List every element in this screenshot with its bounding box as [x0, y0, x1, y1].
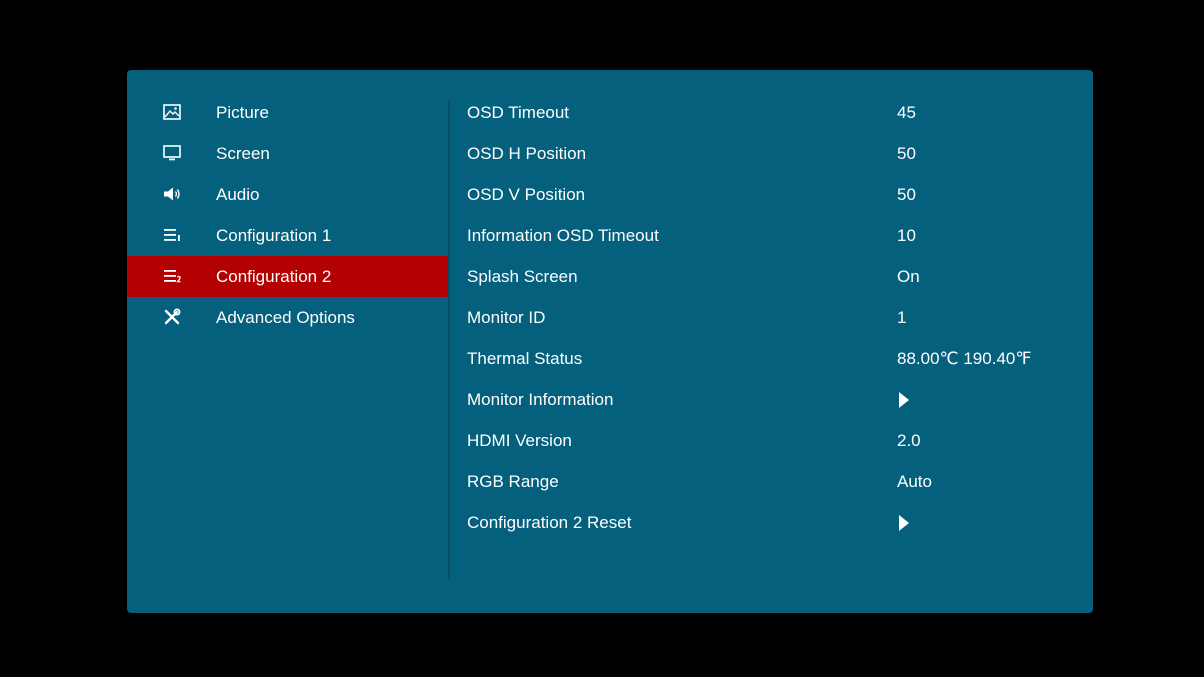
sidebar-item-audio[interactable]: Audio — [127, 174, 448, 215]
setting-value: Auto — [897, 472, 932, 491]
sidebar-item-label: Advanced Options — [216, 308, 355, 327]
submenu-arrow-icon[interactable] — [899, 515, 909, 531]
setting-label: Monitor Information — [467, 390, 614, 409]
sidebar-item-configuration-1[interactable]: Configuration 1 — [127, 215, 448, 256]
config1-icon — [162, 225, 182, 245]
category-sidebar: Picture Screen Audio Configuration 1 Con… — [127, 70, 448, 613]
setting-value: 88.00℃ 190.40℉ — [897, 349, 1032, 368]
setting-label: OSD Timeout — [467, 103, 570, 122]
sidebar-item-label: Audio — [216, 185, 260, 204]
setting-label: Information OSD Timeout — [467, 226, 659, 245]
setting-value: 45 — [897, 103, 916, 122]
sidebar-item-label: Picture — [216, 103, 269, 122]
setting-information-osd-timeout[interactable]: Information OSD Timeout 10 — [467, 215, 1067, 256]
setting-splash-screen[interactable]: Splash Screen On — [467, 256, 1067, 297]
setting-label: Configuration 2 Reset — [467, 513, 632, 532]
sidebar-item-configuration-2[interactable]: Configuration 2 — [127, 256, 448, 297]
tools-icon — [162, 307, 182, 327]
osd-menu-panel: Picture Screen Audio Configuration 1 Con… — [127, 70, 1093, 613]
setting-label: RGB Range — [467, 472, 559, 491]
sidebar-item-advanced-options[interactable]: Advanced Options — [127, 297, 448, 338]
setting-label: Thermal Status — [467, 349, 583, 368]
config2-icon — [162, 266, 182, 286]
setting-label: OSD V Position — [467, 185, 586, 204]
sidebar-item-screen[interactable]: Screen — [127, 133, 448, 174]
setting-value: 2.0 — [897, 431, 921, 450]
setting-value: 1 — [897, 308, 907, 327]
picture-icon — [162, 102, 182, 122]
sidebar-item-picture[interactable]: Picture — [127, 92, 448, 133]
setting-label: OSD H Position — [467, 144, 587, 163]
sidebar-item-label: Configuration 1 — [216, 226, 332, 245]
setting-value: 50 — [897, 144, 916, 163]
setting-thermal-status: Thermal Status 88.00℃ 190.40℉ — [467, 338, 1067, 379]
setting-monitor-information[interactable]: Monitor Information — [467, 379, 1067, 420]
speaker-icon — [162, 184, 182, 204]
setting-value: On — [897, 267, 920, 286]
setting-value: 50 — [897, 185, 916, 204]
submenu-arrow-icon[interactable] — [899, 392, 909, 408]
column-divider — [448, 100, 450, 580]
setting-configuration-2-reset[interactable]: Configuration 2 Reset — [467, 502, 1067, 543]
setting-value: 10 — [897, 226, 916, 245]
sidebar-item-label: Screen — [216, 144, 270, 163]
setting-osd-h-position[interactable]: OSD H Position 50 — [467, 133, 1067, 174]
setting-label: Monitor ID — [467, 308, 546, 327]
setting-rgb-range[interactable]: RGB Range Auto — [467, 461, 1067, 502]
setting-osd-v-position[interactable]: OSD V Position 50 — [467, 174, 1067, 215]
setting-hdmi-version[interactable]: HDMI Version 2.0 — [467, 420, 1067, 461]
setting-label: Splash Screen — [467, 267, 578, 286]
monitor-icon — [162, 143, 182, 163]
setting-monitor-id[interactable]: Monitor ID 1 — [467, 297, 1067, 338]
setting-osd-timeout[interactable]: OSD Timeout 45 — [467, 92, 1067, 133]
settings-list: OSD Timeout 45 OSD H Position 50 OSD V P… — [467, 70, 1067, 613]
sidebar-item-label: Configuration 2 — [216, 267, 332, 286]
setting-label: HDMI Version — [467, 431, 572, 450]
